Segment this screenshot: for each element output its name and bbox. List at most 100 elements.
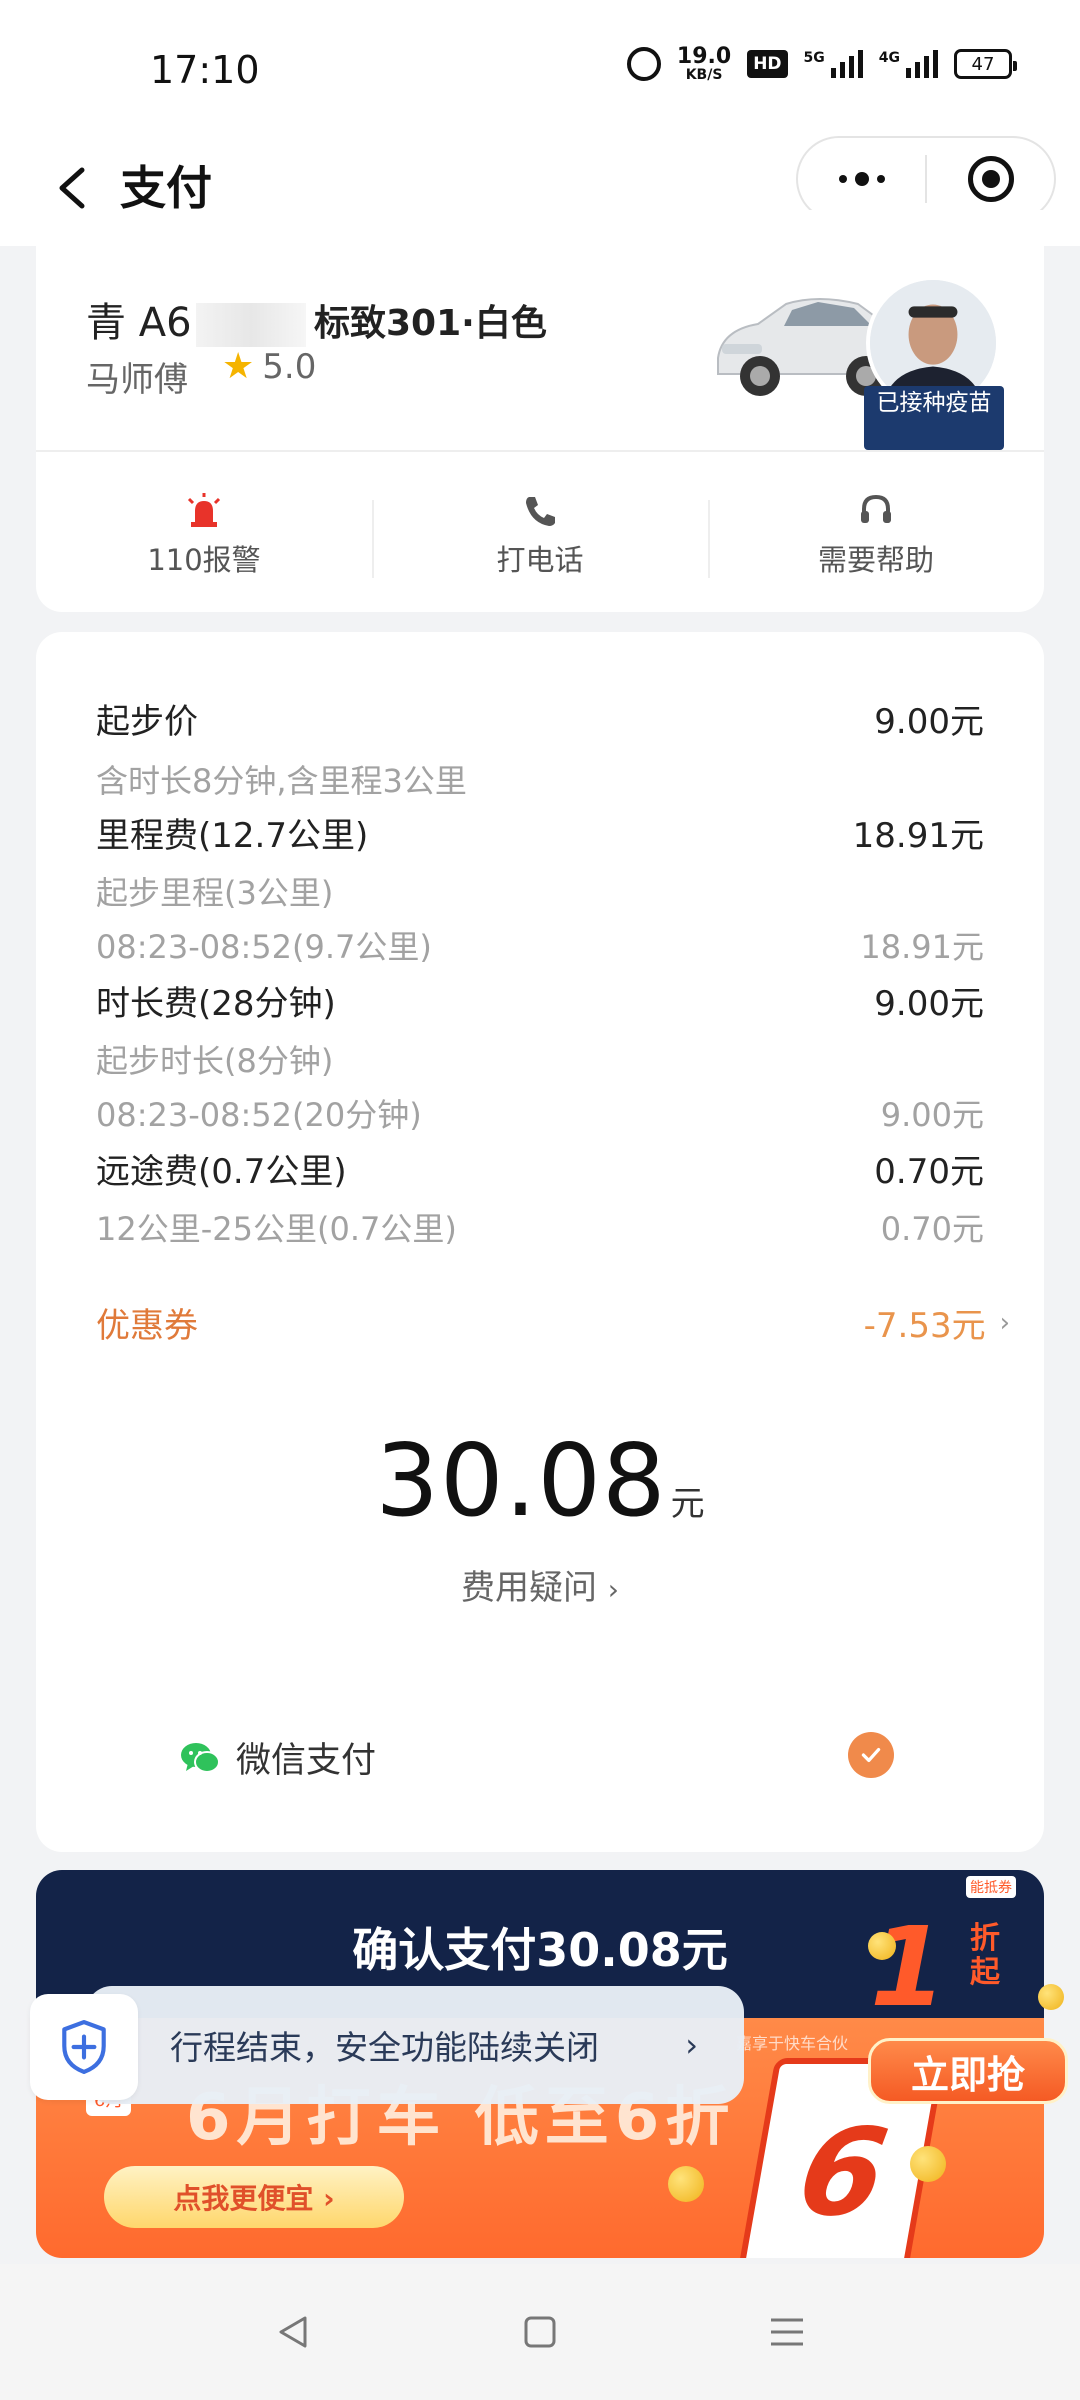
fee-mileage-label: 里程费(12.7公里) <box>96 816 369 856</box>
fee-duration-row: 时长费(28分钟) 9.00元 <box>96 976 984 1025</box>
shield-plus-icon <box>62 2020 106 2074</box>
fee-duration-sub2-label: 08:23-08:52(20分钟) <box>96 1096 422 1134</box>
ad-cta-button[interactable]: 点我更便宜 › <box>104 2166 404 2228</box>
status-icons: 19.0 KB/S HD 5G 4G 47 <box>626 46 1017 83</box>
total-amount-value: 30.08 <box>375 1422 667 1539</box>
check-icon <box>861 1747 881 1763</box>
fee-longdist-sub-label: 12公里-25公里(0.7公里) <box>96 1210 457 1248</box>
safety-shield-button[interactable] <box>30 1994 138 2100</box>
phone-icon <box>526 497 555 526</box>
fee-mileage-sub1: 起步里程(3公里) <box>96 874 334 912</box>
nav-back-button[interactable] <box>263 2302 323 2362</box>
safety-actions: 110报警 打电话 需要帮助 <box>36 486 1044 586</box>
fee-mileage-row: 里程费(12.7公里) 18.91元 <box>96 808 984 857</box>
fee-base-label: 起步价 <box>96 702 198 742</box>
fee-duration-label: 时长费(28分钟) <box>96 984 336 1024</box>
trip-end-toast[interactable]: 行程结束，安全功能陆续关闭 › <box>86 1986 744 2104</box>
fee-mileage-sub2-label: 08:23-08:52(9.7公里) <box>96 928 432 966</box>
payment-method-label: 微信支付 <box>236 1741 377 1781</box>
battery-icon: 47 <box>954 49 1017 79</box>
toast-message: 行程结束，安全功能陆续关闭 <box>170 2028 599 2067</box>
coin-icon <box>668 2166 704 2202</box>
more-dots-icon <box>838 172 885 186</box>
call-driver-button[interactable]: 打电话 <box>372 486 708 586</box>
signal-5g-label: 5G <box>803 50 825 66</box>
page-title: 支付 <box>120 161 212 215</box>
square-home-icon <box>524 2316 556 2348</box>
fee-longdist-sub-row: 12公里-25公里(0.7公里) 0.70元 <box>96 1204 984 1250</box>
fee-duration-value: 9.00元 <box>874 984 984 1024</box>
alarm-clock-icon <box>626 47 661 81</box>
fee-longdist-value: 0.70元 <box>874 1152 984 1192</box>
ad-ticker: 嘉享于快车合伙 <box>736 2034 849 2053</box>
network-speed: 19.0 KB/S <box>677 46 731 83</box>
close-miniprogram-button[interactable] <box>927 138 1054 220</box>
driver-card: 青 A6 标致301·白色 马师傅 ★ 5.0 已接种疫苗 110报警 打电话 … <box>36 210 1044 612</box>
alarm-siren-icon <box>187 493 221 527</box>
fee-mileage-sub2-row: 08:23-08:52(9.7公里) 18.91元 <box>96 922 984 968</box>
fee-duration-sub1-row: 起步时长(8分钟) <box>96 1036 984 1082</box>
promo-number: 1 <box>870 1903 947 2031</box>
signal-4g-label: 4G <box>878 50 900 66</box>
fee-question-link[interactable]: 费用疑问 › <box>36 1560 1044 1609</box>
ad-six-number: 6 <box>788 2104 897 2243</box>
need-help-button[interactable]: 需要帮助 <box>708 486 1044 586</box>
driver-rating: ★ 5.0 <box>222 346 316 387</box>
fee-mileage-sub1-row: 起步里程(3公里) <box>96 868 984 914</box>
plate-blur <box>195 303 306 347</box>
nav-menu-button[interactable] <box>757 2302 817 2362</box>
grab-now-button[interactable]: 立即抢 <box>868 2038 1068 2104</box>
signal-4g-icon: 4G <box>879 50 938 78</box>
total-amount-unit: 元 <box>670 1484 705 1524</box>
battery-level: 47 <box>971 53 995 75</box>
police-110-button[interactable]: 110报警 <box>36 486 372 586</box>
status-time: 17:10 <box>150 48 260 92</box>
fee-question-label: 费用疑问 <box>460 1568 597 1608</box>
system-nav-bar <box>0 2264 1080 2400</box>
back-arrow-icon[interactable] <box>52 164 92 212</box>
total-amount: 30.08 元 <box>36 1422 1044 1539</box>
payment-selected-check[interactable] <box>848 1732 894 1778</box>
wechat-pay-icon <box>181 1742 220 1773</box>
driver-name: 马师傅 <box>86 360 188 400</box>
license-plate: 青 A6 <box>86 290 306 348</box>
network-speed-unit: KB/S <box>685 67 723 83</box>
coupon-value: -7.53元 <box>863 1306 986 1346</box>
rating-value: 5.0 <box>262 346 317 387</box>
fee-duration-sub2-row: 08:23-08:52(20分钟) 9.00元 <box>96 1090 984 1136</box>
license-plate-text: 青 A6 <box>86 300 192 346</box>
call-driver-label: 打电话 <box>496 543 584 577</box>
fee-duration-sub1: 起步时长(8分钟) <box>96 1042 334 1080</box>
need-help-label: 需要帮助 <box>817 543 934 577</box>
card-divider <box>36 450 1044 452</box>
target-circle-icon <box>967 156 1014 202</box>
car-model: 标致301·白色 <box>314 303 547 344</box>
star-icon: ★ <box>222 346 255 387</box>
more-menu-button[interactable] <box>798 138 925 220</box>
fee-mileage-sub2-value: 18.91元 <box>860 928 984 966</box>
promo-discount-text: 折起 <box>970 1921 1000 1990</box>
promo-coupon-tag: 能抵券 <box>966 1876 1016 1898</box>
chevron-right-icon: › <box>685 2026 698 2064</box>
signal-5g-icon: 5G <box>804 50 863 78</box>
triangle-back-icon <box>279 2316 307 2348</box>
coupon-label: 优惠券 <box>96 1306 198 1346</box>
fee-mileage-value: 18.91元 <box>852 816 984 856</box>
coupon-row[interactable]: 优惠券 -7.53元 › <box>96 1298 1010 1347</box>
fee-duration-sub2-value: 9.00元 <box>880 1096 984 1134</box>
fee-base-note-row: 含时长8分钟,含里程3公里 <box>96 756 984 802</box>
coin-icon <box>910 2146 946 2182</box>
chevron-right-icon: › <box>607 1573 619 1606</box>
status-bar: 17:10 19.0 KB/S HD 5G 4G 47 <box>0 0 1080 130</box>
fee-longdist-sub-value: 0.70元 <box>880 1210 984 1248</box>
coupon-value-wrap: -7.53元 › <box>864 1298 1010 1347</box>
payment-method-wechat[interactable]: 微信支付 <box>180 1732 376 1783</box>
menu-lines-icon <box>770 2318 803 2346</box>
coin-icon <box>868 1932 896 1960</box>
nav-home-button[interactable] <box>510 2302 570 2362</box>
fee-base-value: 9.00元 <box>874 702 984 742</box>
fee-detail-card: 起步价 9.00元 含时长8分钟,含里程3公里 里程费(12.7公里) 18.9… <box>36 632 1044 1852</box>
fee-base-row: 起步价 9.00元 <box>96 694 984 743</box>
vaccine-badge: 已接种疫苗 <box>864 386 1004 450</box>
hd-voice-icon: HD <box>747 50 788 78</box>
